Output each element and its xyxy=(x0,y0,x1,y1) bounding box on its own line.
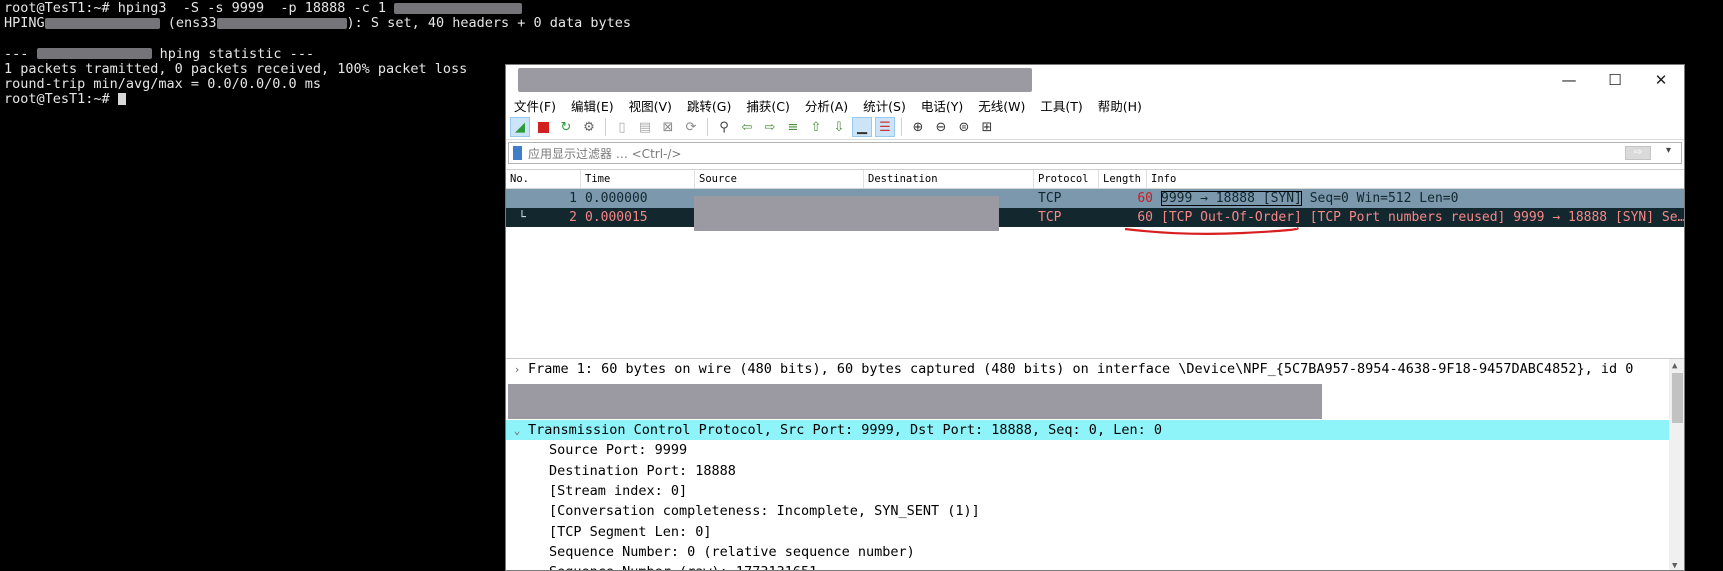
autoscroll-icon[interactable]: ▁ xyxy=(852,117,872,137)
chevron-down-icon[interactable]: ⌄ xyxy=(506,424,528,437)
window-title-redacted xyxy=(518,68,1032,92)
packet-no: └ 2 xyxy=(518,210,577,225)
terminal-line-command: root@TesT1:~# hping3 -S -s 9999 -p 18888… xyxy=(4,0,1719,16)
detail-field[interactable]: Source Port: 9999 xyxy=(506,440,1684,460)
column-destination[interactable]: Destination xyxy=(864,170,1034,188)
go-back-icon[interactable]: ⇦ xyxy=(737,117,757,137)
menu-analyze[interactable]: 分析(A) xyxy=(805,96,848,115)
minimize-button[interactable]: — xyxy=(1546,65,1592,95)
scroll-down-icon[interactable]: ▼ xyxy=(1672,561,1677,570)
detail-field[interactable]: Sequence Number: 0 (relative sequence nu… xyxy=(506,542,1684,562)
filter-placeholder: 应用显示过滤器 … <Ctrl-/> xyxy=(528,146,682,161)
packet-length: 60 xyxy=(1137,191,1153,206)
apply-filter-icon[interactable]: ⇨ xyxy=(1625,146,1651,160)
packet-info: 9999 → 18888 [SYN] Seq=0 Win=512 Len=0 xyxy=(1157,191,1684,206)
zoom-in-icon[interactable]: ⊕ xyxy=(908,117,928,137)
packet-no: 1 xyxy=(569,191,577,206)
save-file-icon[interactable]: ▤ xyxy=(635,117,655,137)
go-forward-icon[interactable]: ⇨ xyxy=(760,117,780,137)
redacted-block xyxy=(36,48,152,60)
terminal-line-hping: HPING (ens33): S set, 40 headers + 0 dat… xyxy=(4,15,632,32)
redacted-block xyxy=(394,2,523,14)
column-no[interactable]: No. xyxy=(506,170,581,188)
colorize-icon[interactable]: ☰ xyxy=(875,117,895,137)
detail-frame[interactable]: › Frame 1: 60 bytes on wire (480 bits), 6… xyxy=(506,359,1684,379)
detail-tcp[interactable]: ⌄ Transmission Control Protocol, Src Port… xyxy=(506,419,1684,441)
find-packet-icon[interactable]: ⚲ xyxy=(714,117,734,137)
menu-edit[interactable]: 编辑(E) xyxy=(571,96,614,115)
scroll-up-icon[interactable]: ▲ xyxy=(1672,361,1677,371)
go-to-packet-icon[interactable]: ≡ xyxy=(783,117,803,137)
close-file-icon[interactable]: ⊠ xyxy=(658,117,678,137)
details-scrollbar[interactable]: ▲ ▼ xyxy=(1669,359,1684,570)
wireshark-window: — ☐ ✕ 文件(F) 编辑(E) 视图(V) 跳转(G) 捕获(C) 分析(A… xyxy=(505,64,1685,571)
redacted-block xyxy=(44,17,160,29)
chevron-down-icon[interactable]: ▾ xyxy=(1666,145,1671,156)
menu-tools[interactable]: 工具(T) xyxy=(1040,96,1082,115)
packet-length: 60 xyxy=(1137,210,1153,225)
packet-info-rest: Seq=0 Win=512 Len=0 xyxy=(1301,191,1459,206)
detail-field[interactable]: [Stream index: 0] xyxy=(506,481,1684,501)
terminal-line-stat-header: --- hping statistic --- xyxy=(4,45,315,62)
packet-info-ports: 9999 → 18888 [SYN] xyxy=(1161,191,1302,206)
close-button[interactable]: ✕ xyxy=(1638,65,1684,95)
title-bar[interactable]: — ☐ ✕ xyxy=(506,65,1684,95)
menu-go[interactable]: 跳转(G) xyxy=(687,96,731,115)
packet-row[interactable]: 1 0.000000 TCP 60 9999 → 18888 [SYN] Seq… xyxy=(506,189,1684,208)
display-filter-input[interactable]: 应用显示过滤器 … <Ctrl-/> ⇨ ▾ xyxy=(508,142,1682,164)
main-toolbar: ◢ ↻ ⚙ ▯ ▤ ⊠ ⟳ ⚲ ⇦ ⇨ ≡ ⇧ ⇩ ▁ ☰ ⊕ ⊖ ⊜ ⊞ xyxy=(506,115,1684,140)
column-info[interactable]: Info xyxy=(1147,170,1684,188)
terminal-cursor xyxy=(117,93,126,106)
menu-capture[interactable]: 捕获(C) xyxy=(746,96,789,115)
menu-bar: 文件(F) 编辑(E) 视图(V) 跳转(G) 捕获(C) 分析(A) 统计(S… xyxy=(506,95,1684,115)
bookmark-icon[interactable] xyxy=(513,146,522,160)
packet-list[interactable]: No. Time Source Destination Protocol Len… xyxy=(506,169,1685,353)
detail-field[interactable]: [TCP Segment Len: 0] xyxy=(506,521,1684,541)
menu-file[interactable]: 文件(F) xyxy=(514,96,556,115)
packet-info: [TCP Out-Of-Order] [TCP Port numbers reu… xyxy=(1161,210,1685,225)
red-annotation-underline xyxy=(1124,226,1299,235)
open-file-icon[interactable]: ▯ xyxy=(612,117,632,137)
source-destination-redacted xyxy=(694,196,999,231)
packet-row[interactable]: └ 2 0.000015 TCP 60 [TCP Out-Of-Order] [T… xyxy=(506,208,1685,227)
detail-redacted xyxy=(508,384,1322,419)
packet-list-header: No. Time Source Destination Protocol Len… xyxy=(506,170,1684,189)
start-capture-icon[interactable]: ◢ xyxy=(510,117,530,137)
column-time[interactable]: Time xyxy=(581,170,695,188)
zoom-reset-icon[interactable]: ⊜ xyxy=(954,117,974,137)
zoom-out-icon[interactable]: ⊖ xyxy=(931,117,951,137)
maximize-button[interactable]: ☐ xyxy=(1592,65,1638,95)
menu-telephony[interactable]: 电话(Y) xyxy=(921,96,963,115)
menu-view[interactable]: 视图(V) xyxy=(629,96,672,115)
detail-field[interactable]: [Conversation completeness: Incomplete, … xyxy=(506,501,1684,521)
detail-field[interactable]: Sequence Number (raw): 1773131651 xyxy=(506,562,1684,570)
menu-wireless[interactable]: 无线(W) xyxy=(978,96,1025,115)
stop-capture-icon[interactable] xyxy=(533,117,553,137)
first-packet-icon[interactable]: ⇧ xyxy=(806,117,826,137)
packet-time: 0.000015 xyxy=(585,210,648,225)
related-packet-icon: └ xyxy=(518,210,526,225)
scrollbar-thumb[interactable] xyxy=(1672,373,1683,423)
packet-protocol: TCP xyxy=(1038,191,1062,206)
reload-file-icon[interactable]: ⟳ xyxy=(681,117,701,137)
packet-protocol: TCP xyxy=(1038,210,1062,225)
packet-time: 0.000000 xyxy=(585,191,648,206)
column-length[interactable]: Length xyxy=(1099,170,1147,188)
column-protocol[interactable]: Protocol xyxy=(1034,170,1099,188)
detail-field[interactable]: Destination Port: 18888 xyxy=(506,460,1684,480)
capture-options-icon[interactable]: ⚙ xyxy=(579,117,599,137)
packet-details[interactable]: › Frame 1: 60 bytes on wire (480 bits), 6… xyxy=(506,358,1684,570)
last-packet-icon[interactable]: ⇩ xyxy=(829,117,849,137)
column-source[interactable]: Source xyxy=(695,170,864,188)
chevron-right-icon[interactable]: › xyxy=(506,363,528,376)
menu-help[interactable]: 帮助(H) xyxy=(1098,96,1142,115)
redacted-block xyxy=(216,17,347,29)
resize-columns-icon[interactable]: ⊞ xyxy=(977,117,997,137)
restart-capture-icon[interactable]: ↻ xyxy=(556,117,576,137)
menu-statistics[interactable]: 统计(S) xyxy=(863,96,906,115)
